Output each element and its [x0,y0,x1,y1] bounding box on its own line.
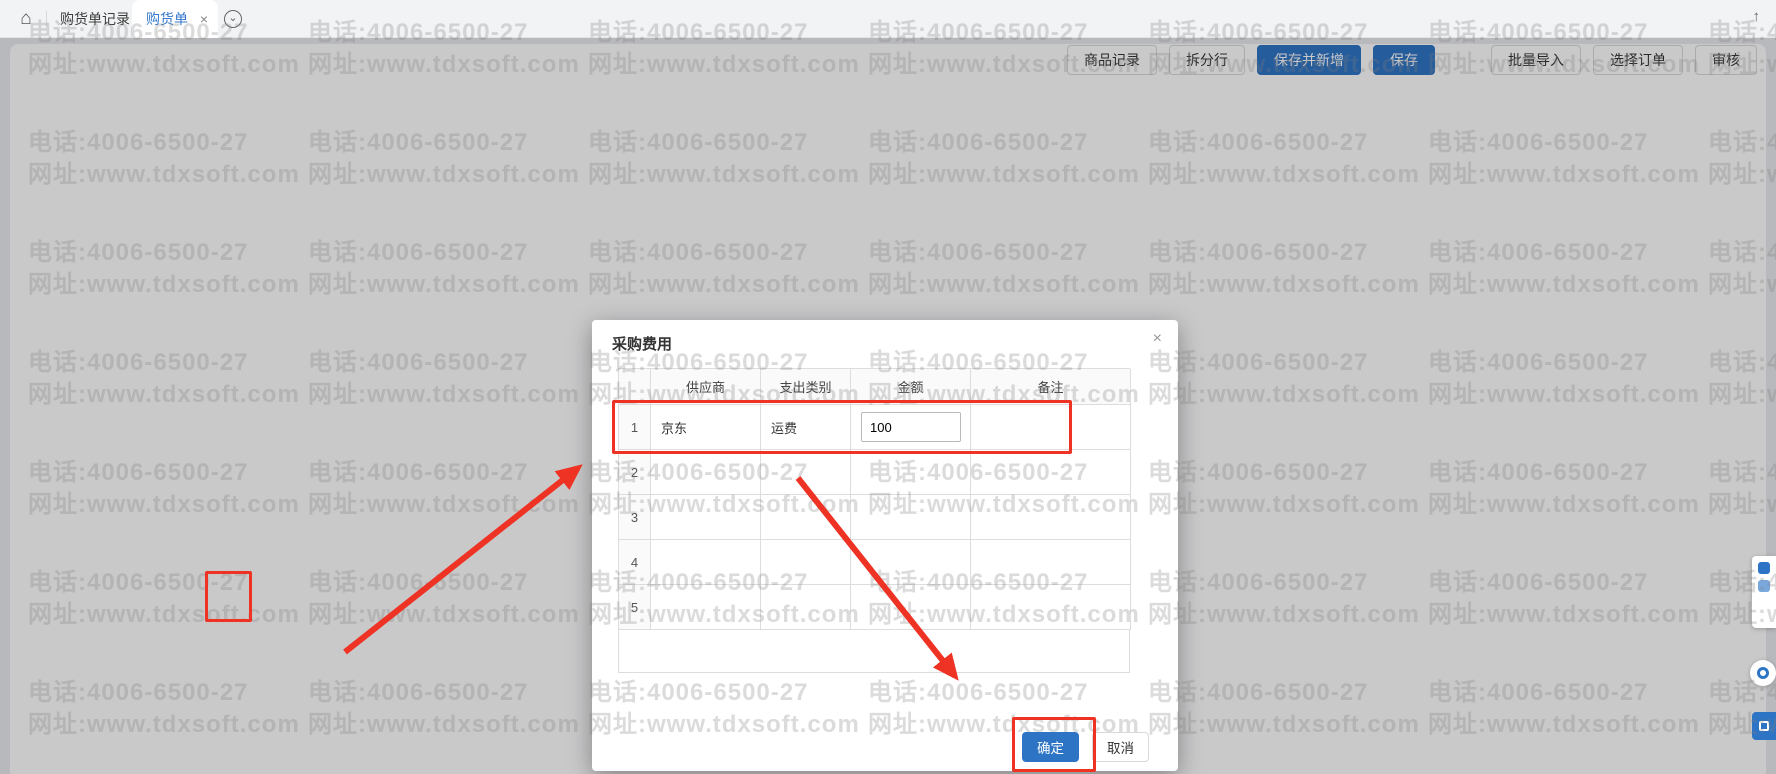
fee-note-cell[interactable] [971,540,1131,585]
fee-row: 5 [619,585,1130,630]
row-number: 5 [619,585,651,630]
col-number [619,369,651,405]
help-float-widget [1750,556,1776,740]
fee-category-cell[interactable] [761,495,851,540]
fee-row: 3 [619,495,1130,540]
fee-note-cell[interactable] [971,585,1131,630]
fee-note-cell[interactable] [971,495,1131,540]
row-number: 1 [619,405,651,450]
tab-history-icon[interactable]: ⌄ [224,10,242,28]
fee-amount-input[interactable] [861,412,961,442]
guide-icon [1758,580,1770,592]
tab-close-icon[interactable]: × [200,0,208,38]
fee-amount-cell[interactable] [851,585,971,630]
tab-label: 购货单 [146,11,188,27]
fee-note-cell[interactable] [971,450,1131,495]
fee-amount-cell[interactable] [851,495,971,540]
fee-row: 4 [619,540,1130,585]
top-tab-bar: ⌂ 购货单记录 购货单 × ⌄ ↑ [0,0,1776,38]
fee-category-cell[interactable] [761,585,851,630]
fee-category-cell[interactable]: 运费 [761,405,851,450]
fee-supplier-cell[interactable]: 京东 [651,405,761,450]
col-note: 备注 [971,369,1131,405]
confirm-button[interactable]: 确定 [1022,732,1079,762]
col-amount: 金额 [851,369,971,405]
tab-purchase-order[interactable]: 购货单 × [132,0,218,38]
help-icon [1758,562,1770,574]
fee-supplier-cell[interactable] [651,495,761,540]
row-number: 2 [619,450,651,495]
feedback-icon [1759,721,1769,731]
purchase-fee-modal: 采购费用 × 供应商 支出类别 金额 备注 1 京东 运费 2 3 [592,320,1178,771]
service-button[interactable] [1750,660,1776,686]
fee-table-header: 供应商 支出类别 金额 备注 [619,369,1130,405]
service-icon [1757,667,1769,679]
col-supplier: 供应商 [651,369,761,405]
purchase-order-screen: ⌂ 购货单记录 购货单 × ⌄ ↑ 商品记录 拆分行 保存并新增 保存 批量导入… [0,0,1776,774]
fee-amount-cell[interactable] [851,540,971,585]
fee-table-empty-area [618,629,1130,673]
fee-category-cell[interactable] [761,540,851,585]
feedback-button[interactable] [1752,712,1776,740]
fee-row: 2 [619,450,1130,495]
fee-table: 供应商 支出类别 金额 备注 1 京东 运费 2 3 4 [618,368,1130,630]
row-number: 4 [619,540,651,585]
fee-supplier-cell[interactable] [651,585,761,630]
home-icon[interactable]: ⌂ [14,7,38,31]
col-expense-type: 支出类别 [761,369,851,405]
cancel-button[interactable]: 取消 [1092,732,1149,762]
fee-amount-cell [851,405,971,450]
tab-purchase-records[interactable]: 购货单记录 [46,0,144,38]
chevron-up-icon[interactable]: ↑ [1753,8,1761,25]
fee-category-cell[interactable] [761,450,851,495]
row-number: 3 [619,495,651,540]
fee-row: 1 京东 运费 [619,405,1130,450]
fee-amount-cell[interactable] [851,450,971,495]
modal-close-icon[interactable]: × [1153,330,1162,348]
help-panel[interactable] [1752,556,1776,628]
fee-note-cell[interactable] [971,405,1131,450]
fee-supplier-cell[interactable] [651,540,761,585]
modal-title: 采购费用 [612,333,672,354]
fee-supplier-cell[interactable] [651,450,761,495]
